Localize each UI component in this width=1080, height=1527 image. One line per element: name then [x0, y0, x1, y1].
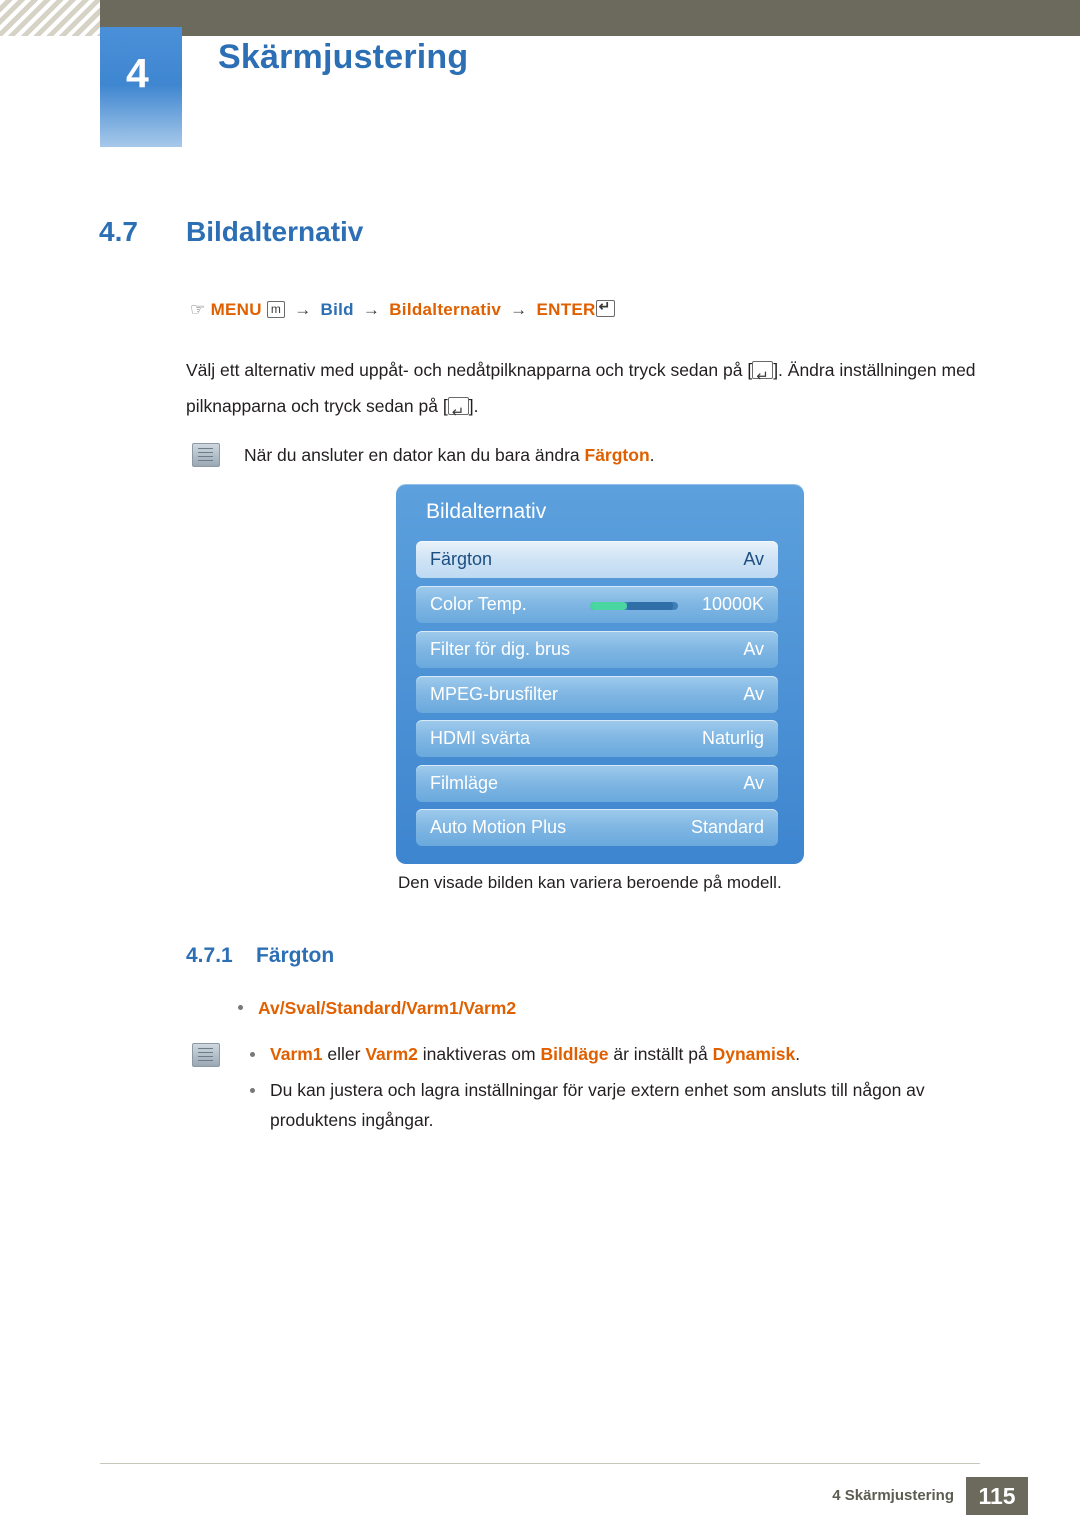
osd-row-label: Filter för dig. brus — [430, 639, 571, 659]
enter-key-icon — [447, 395, 469, 431]
osd-row[interactable]: HDMI svärta Naturlig — [416, 720, 778, 757]
menu-path-menu-label: MENU — [210, 300, 262, 319]
menu-path-enter-label: ENTER — [536, 300, 596, 319]
osd-row-value: Av — [743, 684, 764, 704]
note-bullet-text: Varm1 eller Varm2 inaktiveras om Bildläg… — [270, 1039, 1010, 1069]
osd-row-value: Av — [743, 549, 764, 569]
subsection-title: Färgton — [256, 944, 335, 967]
enter-key-icon — [595, 298, 615, 317]
osd-row-label: Filmläge — [430, 773, 499, 793]
options-bullet-text: Av/Sval/Standard/Varm1/Varm2 — [258, 998, 517, 1018]
note-bullet-warm2: Varm2 — [365, 1044, 418, 1064]
osd-panel: Bildalternativ Färgton Av Color Temp. 10… — [396, 484, 804, 864]
hand-pointer-icon: ☞ — [190, 300, 206, 319]
note-icon — [192, 443, 220, 467]
menu-path-arrow-3: → — [510, 300, 528, 319]
note-bullet-warm1: Varm1 — [270, 1044, 323, 1064]
chapter-number: 4 — [126, 50, 149, 96]
note-top-before: När du ansluter en dator kan du bara änd… — [244, 445, 585, 465]
color-temp-slider[interactable] — [590, 602, 678, 610]
osd-row[interactable]: Filmläge Av — [416, 765, 778, 802]
osd-row-value: Standard — [690, 817, 764, 837]
note-bullet-dynamisk: Dynamisk — [712, 1044, 796, 1064]
menu-path-item-bild: Bild — [320, 300, 354, 319]
section-number: 4.7 — [99, 216, 138, 247]
bullet-dot — [250, 1088, 255, 1093]
note-bullet-mid1: eller — [322, 1044, 366, 1064]
note-top-text: När du ansluter en dator kan du bara änd… — [244, 440, 1004, 470]
intro-line1b-text: ]. Ändra inställningen med — [773, 360, 976, 380]
osd-row-value: Naturlig — [701, 728, 764, 748]
osd-row[interactable]: MPEG-brusfilter Av — [416, 676, 778, 713]
intro-line1-text: Välj ett alternativ med uppåt- och nedåt… — [186, 360, 753, 380]
slider-fill — [590, 602, 627, 610]
menu-key-icon: m — [266, 301, 286, 318]
footer-divider — [100, 1463, 980, 1464]
menu-path: ☞ MENU m → Bild → Bildalternativ → ENTER — [190, 298, 615, 320]
note-bullet-bildlage: Bildläge — [540, 1044, 609, 1064]
bullet-dot — [238, 1005, 243, 1010]
header-bar — [100, 0, 1080, 36]
intro-paragraph: Välj ett alternativ med uppåt- och nedåt… — [186, 352, 1006, 431]
osd-row-value: 10000K — [701, 594, 764, 614]
slider-knob[interactable] — [626, 602, 673, 610]
intro-line2a-text: pilknapparna och tryck sedan på [ — [186, 396, 448, 416]
osd-row[interactable]: Färgton Av — [416, 541, 778, 578]
osd-row[interactable]: Color Temp. 10000K — [416, 586, 778, 623]
note-bullet-end: . — [795, 1044, 801, 1064]
last-bullet-text: Du kan justera och lagra inställningar f… — [270, 1080, 925, 1130]
menu-path-arrow-2: → — [362, 300, 381, 319]
enter-key-icon — [752, 359, 774, 395]
chapter-title: Skärmjustering — [218, 38, 469, 76]
osd-row-label: Color Temp. — [430, 594, 527, 614]
osd-row-label: Auto Motion Plus — [430, 817, 567, 837]
note-top-highlight: Färgton — [584, 445, 650, 465]
page-title: Bildalternativ — [186, 216, 364, 247]
header-hatch-decoration — [0, 0, 100, 36]
note-top-after: . — [649, 445, 655, 465]
osd-row-value: Av — [743, 773, 764, 793]
note-bullet-mid3: är inställt på — [608, 1044, 713, 1064]
osd-caption: Den visade bilden kan variera beroende p… — [398, 873, 782, 892]
menu-path-arrow-1: → — [294, 300, 312, 319]
osd-row-value: Av — [743, 639, 764, 659]
note-bullet-mid2: inaktiveras om — [417, 1044, 541, 1064]
osd-row-label: HDMI svärta — [430, 728, 531, 748]
osd-row[interactable]: Auto Motion Plus Standard — [416, 809, 778, 846]
footer-chapter-label: 4 Skärmjustering — [832, 1487, 954, 1504]
note-icon — [192, 1043, 220, 1067]
footer-page-number: 115 — [966, 1477, 1028, 1515]
osd-title: Bildalternativ — [426, 500, 547, 523]
osd-row-label: MPEG-brusfilter — [430, 684, 559, 704]
intro-line2b-text: ]. — [468, 396, 479, 416]
chapter-badge: 4 — [100, 27, 182, 147]
menu-path-item-bildalternativ: Bildalternativ — [389, 300, 502, 319]
bullet-dot — [250, 1052, 255, 1057]
osd-row[interactable]: Filter för dig. brus Av — [416, 631, 778, 668]
osd-row-label: Färgton — [430, 549, 493, 569]
subsection-number: 4.7.1 — [186, 944, 233, 967]
